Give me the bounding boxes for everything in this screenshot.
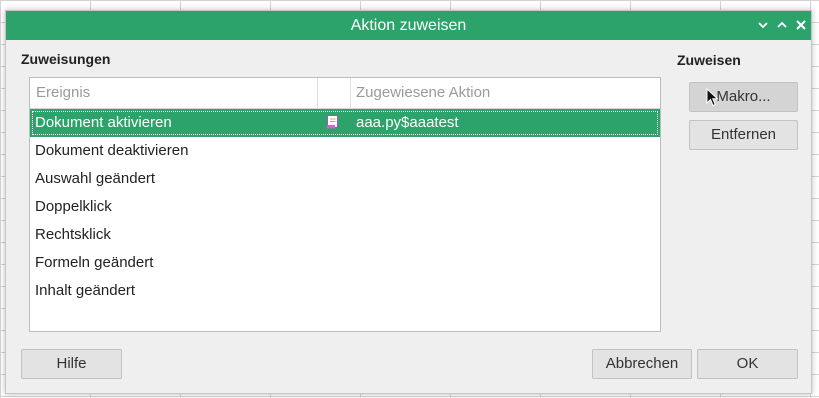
event-label: Auswahl geändert bbox=[35, 170, 156, 187]
list-item[interactable]: Doppelklick bbox=[30, 193, 660, 221]
event-label: Rechtsklick bbox=[35, 226, 111, 243]
maximize-button[interactable] bbox=[774, 17, 790, 33]
event-label: Inhalt geändert bbox=[35, 282, 136, 299]
macro-script-icon bbox=[327, 115, 338, 129]
list-header: Ereignis Zugewiesene Aktion bbox=[30, 78, 660, 109]
help-button[interactable]: Hilfe bbox=[21, 349, 122, 379]
column-header-event[interactable]: Ereignis bbox=[36, 78, 90, 108]
dialog-title: Aktion zuweisen bbox=[350, 17, 467, 34]
event-label: Dokument aktivieren bbox=[35, 114, 172, 131]
list-item[interactable]: Inhalt geändert bbox=[30, 277, 660, 305]
list-item[interactable]: Rechtsklick bbox=[30, 221, 660, 249]
list-item[interactable]: Auswahl geändert bbox=[30, 165, 660, 193]
ok-button[interactable]: OK bbox=[697, 349, 798, 379]
chevron-down-icon bbox=[758, 22, 768, 29]
minimize-button[interactable] bbox=[755, 17, 771, 33]
list-item[interactable]: Dokument deaktivieren bbox=[30, 137, 660, 165]
mouse-pointer-icon bbox=[706, 88, 719, 107]
title-bar[interactable]: Aktion zuweisen bbox=[6, 11, 811, 40]
assign-label: Zuweisen bbox=[677, 52, 741, 68]
close-button[interactable] bbox=[793, 17, 809, 33]
list-item[interactable]: Dokument aktivieren aaa.py$aaatest bbox=[30, 109, 660, 137]
column-divider[interactable] bbox=[317, 78, 318, 108]
cancel-button[interactable]: Abbrechen bbox=[592, 349, 692, 379]
remove-button[interactable]: Entfernen bbox=[689, 120, 798, 150]
assign-action-dialog: Aktion zuweisen Zuweisungen Zuweisen Ere… bbox=[5, 10, 812, 394]
close-icon bbox=[796, 20, 806, 30]
event-label: Doppelklick bbox=[35, 198, 112, 215]
event-label: Dokument deaktivieren bbox=[35, 142, 189, 159]
column-header-action[interactable]: Zugewiesene Aktion bbox=[356, 78, 490, 108]
column-divider[interactable] bbox=[350, 78, 351, 108]
action-label: aaa.py$aaatest bbox=[356, 114, 459, 131]
assignments-label: Zuweisungen bbox=[21, 51, 111, 67]
assignments-list[interactable]: Ereignis Zugewiesene Aktion Dokument akt… bbox=[29, 77, 661, 332]
list-item[interactable]: Formeln geändert bbox=[30, 249, 660, 277]
chevron-up-icon bbox=[777, 21, 787, 28]
event-label: Formeln geändert bbox=[35, 254, 154, 271]
